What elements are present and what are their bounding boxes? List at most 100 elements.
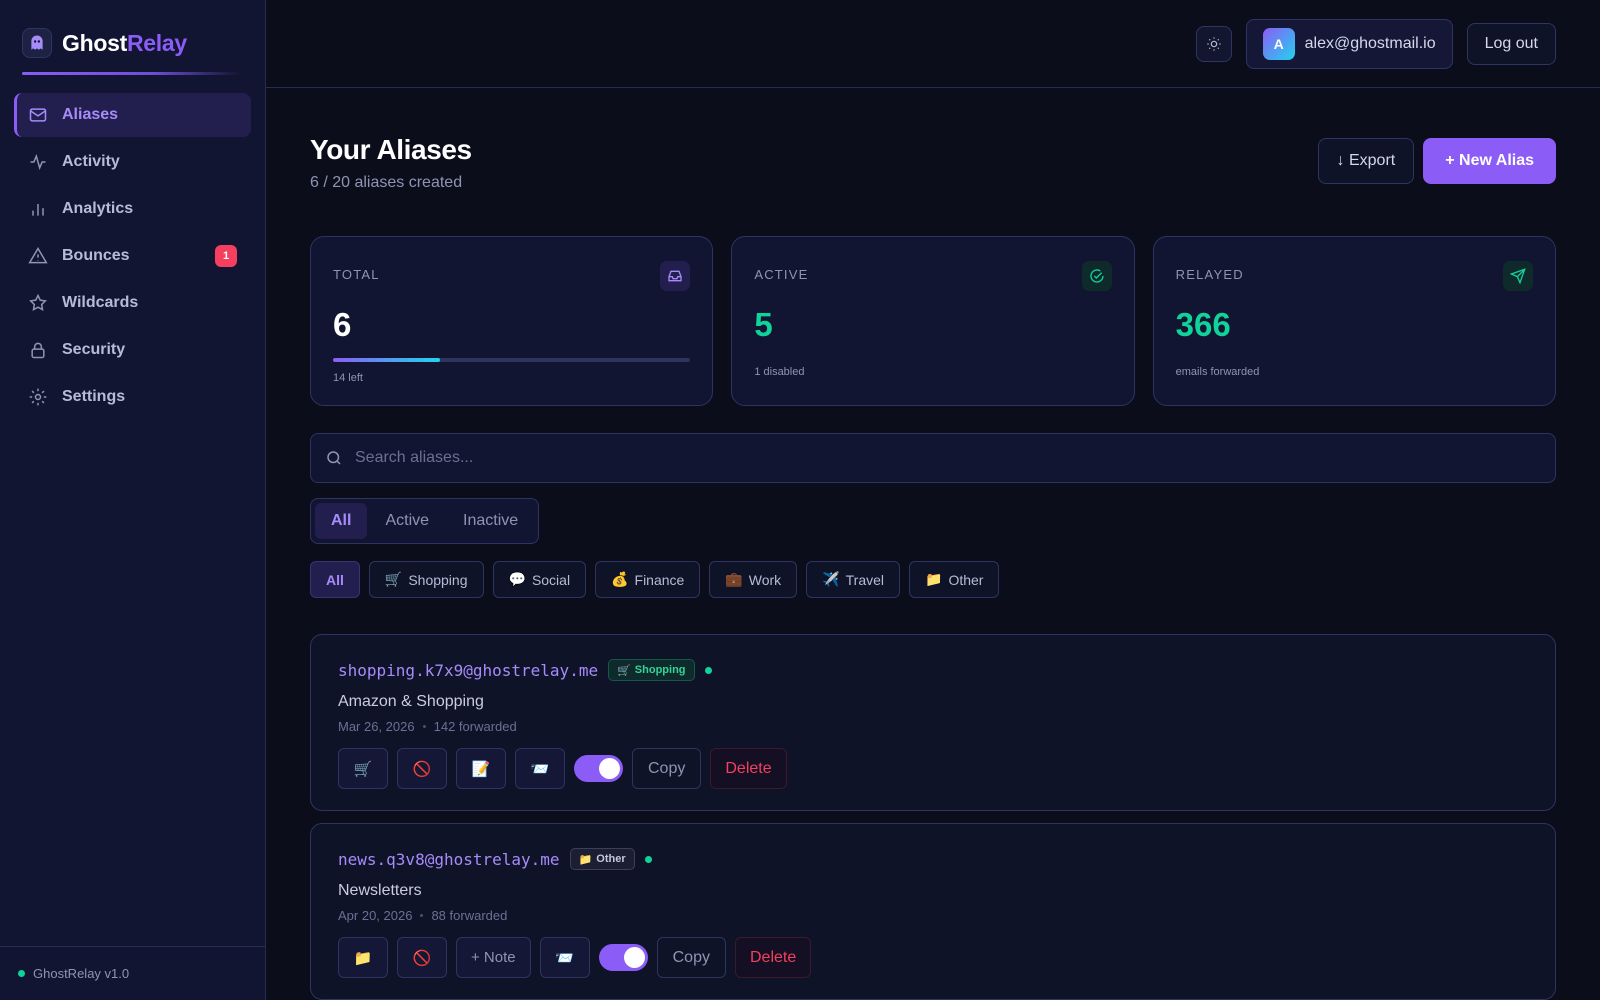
category-chip-all[interactable]: All xyxy=(310,561,360,598)
block-sender-button[interactable]: 🚫 xyxy=(397,748,447,789)
alias-meta: Apr 20, 2026 88 forwarded xyxy=(338,908,1528,923)
block-sender-button[interactable]: 🚫 xyxy=(397,937,447,978)
app-root: GhostRelay Aliases Activity Analytics Bo… xyxy=(0,0,1600,1000)
envelope-icon: 📨 xyxy=(530,760,550,778)
lock-icon xyxy=(31,342,45,359)
star-icon xyxy=(29,293,47,311)
cart-icon: 🛒 xyxy=(617,664,631,677)
alias-enabled-toggle[interactable] xyxy=(574,755,623,782)
active-status-dot xyxy=(644,855,652,863)
alias-email[interactable]: news.q3v8@ghostrelay.me xyxy=(338,850,560,869)
speech-bubble-icon: 💬 xyxy=(508,571,526,587)
sidebar-item-label: Wildcards xyxy=(62,294,139,311)
category-chip-shopping[interactable]: 🛒 Shopping xyxy=(368,561,484,598)
top-bar: A alex@ghostmail.io Log out xyxy=(266,0,1600,88)
stat-note: 14 left xyxy=(333,372,363,384)
active-status-dot xyxy=(704,666,712,674)
change-category-button[interactable]: 📁 xyxy=(338,937,388,978)
send-from-alias-button[interactable]: 📨 xyxy=(515,748,565,789)
copy-button[interactable]: Copy xyxy=(656,937,726,978)
edit-note-button[interactable]: 📝 xyxy=(456,748,506,789)
sidebar-item-label: Security xyxy=(62,341,126,358)
brand[interactable]: GhostRelay xyxy=(0,0,265,64)
alias-created-date: Mar 26, 2026 xyxy=(338,719,415,734)
sidebar-item-activity[interactable]: Activity xyxy=(14,140,251,184)
category-filter: All 🛒 Shopping 💬 Social 💰 Finance 💼 Work ✈️ T… xyxy=(310,561,1556,598)
category-chip-travel[interactable]: ✈️ Travel xyxy=(806,561,901,598)
send-from-alias-button[interactable]: 📨 xyxy=(539,937,590,978)
user-menu[interactable]: A alex@ghostmail.io xyxy=(1245,18,1453,69)
sidebar-footer: GhostRelay v1.0 xyxy=(0,946,265,1000)
cart-icon: 🛒 xyxy=(353,760,373,778)
sidebar-item-wildcards[interactable]: Wildcards xyxy=(14,281,251,325)
filter-inactive[interactable]: Inactive xyxy=(447,503,534,539)
pulse-icon xyxy=(30,153,46,171)
category-chip-work[interactable]: 💼 Work xyxy=(709,561,798,598)
online-status-dot xyxy=(18,970,25,977)
block-icon: 🚫 xyxy=(412,949,432,967)
meta-separator xyxy=(420,914,424,917)
folder-icon: 📁 xyxy=(353,949,373,967)
brand-name: GhostRelay xyxy=(62,29,187,56)
envelope-icon: 📨 xyxy=(555,949,574,967)
stat-value: 5 xyxy=(754,306,773,343)
filter-active[interactable]: Active xyxy=(369,503,445,539)
sidebar-item-aliases[interactable]: Aliases xyxy=(14,93,251,137)
sidebar-item-bounces[interactable]: Bounces 1 xyxy=(14,234,251,278)
sidebar: GhostRelay Aliases Activity Analytics Bo… xyxy=(0,0,266,1000)
theme-toggle-button[interactable] xyxy=(1195,25,1232,62)
category-chip-finance[interactable]: 💰 Finance xyxy=(595,561,701,598)
bar-chart-icon xyxy=(32,204,44,216)
stat-card-total: TOTAL 6 14 left xyxy=(310,236,714,406)
gear-icon xyxy=(29,388,47,406)
avatar: A xyxy=(1262,27,1295,60)
delete-button[interactable]: Delete xyxy=(734,937,812,978)
toggle-knob xyxy=(623,947,645,968)
filter-all[interactable]: All xyxy=(315,503,368,539)
memo-icon: 📝 xyxy=(471,760,491,778)
alias-email[interactable]: shopping.k7x9@ghostrelay.me xyxy=(338,661,598,680)
briefcase-icon: 💼 xyxy=(725,571,743,587)
sidebar-item-analytics[interactable]: Analytics xyxy=(14,187,251,231)
category-tag: 🛒 Shopping xyxy=(608,659,695,681)
alias-meta: Mar 26, 2026 142 forwarded xyxy=(338,719,1528,734)
delete-button[interactable]: Delete xyxy=(710,748,787,789)
add-note-button[interactable]: + Note xyxy=(456,937,531,978)
status-filter: All Active Inactive xyxy=(310,498,540,544)
stat-value: 366 xyxy=(1175,306,1231,343)
stat-note: emails forwarded xyxy=(1175,366,1260,378)
stat-label: TOTAL xyxy=(333,267,380,282)
change-category-button[interactable]: 🛒 xyxy=(338,748,388,789)
folder-icon: 📁 xyxy=(925,571,943,587)
alias-description: Amazon & Shopping xyxy=(338,693,484,710)
mail-icon xyxy=(29,108,47,122)
sidebar-item-label: Activity xyxy=(62,153,120,170)
user-email: alex@ghostmail.io xyxy=(1304,34,1436,52)
page-actions: ↓ Export + New Alias xyxy=(1317,138,1556,184)
sidebar-item-label: Settings xyxy=(62,388,126,405)
stat-card-active: ACTIVE 5 1 disabled xyxy=(731,236,1135,406)
sidebar-item-security[interactable]: Security xyxy=(14,328,251,372)
new-alias-button[interactable]: + New Alias xyxy=(1423,138,1556,184)
alias-enabled-toggle[interactable] xyxy=(598,944,648,971)
page-title: Your Aliases xyxy=(310,134,472,165)
app-version: GhostRelay v1.0 xyxy=(33,966,130,981)
export-button[interactable]: ↓ Export xyxy=(1317,138,1415,184)
sidebar-item-settings[interactable]: Settings xyxy=(14,375,251,419)
logout-button[interactable]: Log out xyxy=(1466,22,1556,65)
ghost-logo-icon xyxy=(22,28,52,58)
stat-card-relayed: RELAYED 366 emails forwarded xyxy=(1152,236,1556,406)
brand-divider xyxy=(22,72,240,75)
search-input[interactable] xyxy=(355,449,1255,467)
page-header: Your Aliases 6 / 20 aliases created ↓ Ex… xyxy=(310,134,1556,192)
alias-forwarded-count: 88 forwarded xyxy=(431,908,508,923)
copy-button[interactable]: Copy xyxy=(632,748,702,789)
sidebar-nav: Aliases Activity Analytics Bounces 1 Wil… xyxy=(0,93,265,419)
stat-label: RELAYED xyxy=(1175,267,1244,282)
category-chip-other[interactable]: 📁 Other xyxy=(909,561,1000,598)
toggle-knob xyxy=(599,758,620,779)
category-chip-social[interactable]: 💬 Social xyxy=(492,561,587,598)
money-bag-icon: 💰 xyxy=(611,571,629,587)
alias-description: Newsletters xyxy=(338,882,422,899)
sun-icon xyxy=(1206,36,1221,51)
